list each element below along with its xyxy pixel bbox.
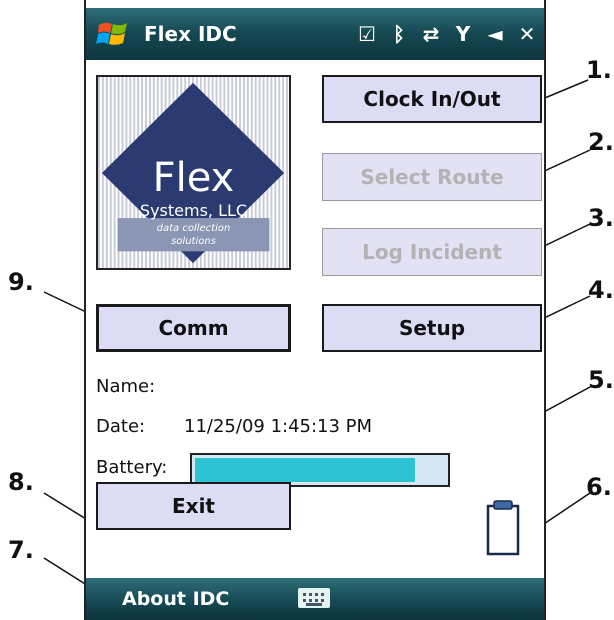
name-label: Name: xyxy=(96,376,156,397)
callout-3: 3. xyxy=(588,204,614,232)
device-window: Flex IDC ☑ ᛒ ⇄ Y ◄ ✕ Flex Systems, LLC d… xyxy=(84,0,546,620)
logo-tagline-1: data collection xyxy=(156,223,231,234)
about-idc-softkey[interactable]: About IDC xyxy=(122,588,229,610)
setup-button[interactable]: Setup xyxy=(322,304,542,352)
checkbox-icon[interactable]: ☑ xyxy=(358,22,376,46)
close-icon[interactable]: ✕ xyxy=(518,22,536,46)
select-route-button[interactable]: Select Route xyxy=(322,153,542,201)
status-icons: ☑ ᛒ ⇄ Y ◄ ✕ xyxy=(358,22,536,46)
log-incident-button[interactable]: Log Incident xyxy=(322,228,542,276)
battery-label: Battery: xyxy=(96,457,168,478)
clipboard-icon[interactable] xyxy=(486,498,520,556)
flex-systems-logo: Flex Systems, LLC data collection soluti… xyxy=(96,75,291,270)
logo-company: Systems, LLC xyxy=(139,201,248,220)
battery-level-fill xyxy=(195,458,415,482)
windows-start-icon[interactable] xyxy=(96,17,130,51)
speaker-icon[interactable]: ◄ xyxy=(486,22,504,46)
keyboard-icon[interactable] xyxy=(298,588,330,608)
title-bar: Flex IDC ☑ ᛒ ⇄ Y ◄ ✕ xyxy=(86,8,544,60)
callout-5: 5. xyxy=(588,366,614,394)
date-label: Date: xyxy=(96,416,146,437)
date-value: 11/25/09 1:45:13 PM xyxy=(184,416,373,437)
callout-2: 2. xyxy=(588,128,614,156)
callout-1: 1. xyxy=(586,56,612,84)
signal-antenna-icon[interactable]: Y xyxy=(454,22,472,46)
comm-button[interactable]: Comm xyxy=(96,304,291,352)
logo-tagline-2: solutions xyxy=(171,236,216,247)
bluetooth-icon[interactable]: ᛒ xyxy=(390,22,408,46)
clock-in-out-button[interactable]: Clock In/Out xyxy=(322,75,542,123)
callout-9: 9. xyxy=(8,268,34,296)
exit-button[interactable]: Exit xyxy=(96,482,291,530)
sync-arrows-icon[interactable]: ⇄ xyxy=(422,22,440,46)
bottom-menu-bar: About IDC xyxy=(86,578,544,620)
callout-8: 8. xyxy=(8,468,34,496)
callout-6: 6. xyxy=(586,473,612,501)
logo-brand: Flex xyxy=(152,155,235,201)
callout-7: 7. xyxy=(8,536,34,564)
callout-4: 4. xyxy=(588,276,614,304)
window-title: Flex IDC xyxy=(144,22,237,46)
